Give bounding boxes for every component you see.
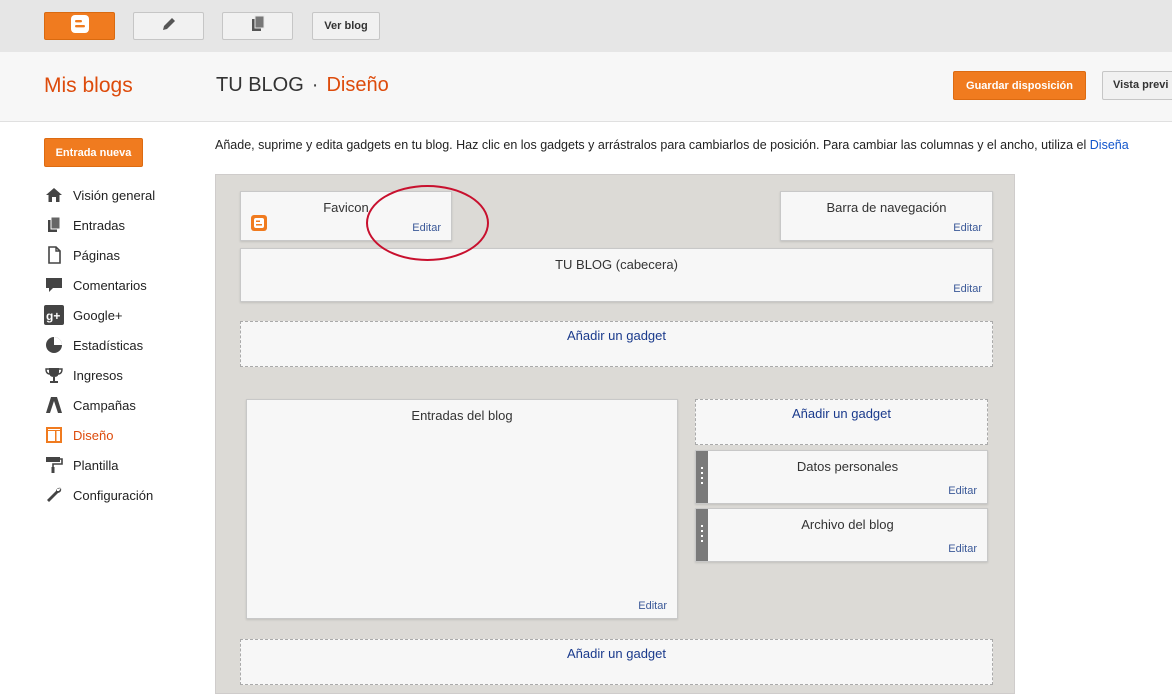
sidebar-item-template[interactable]: Plantilla [44, 450, 155, 480]
pages-toolbar-button[interactable] [222, 12, 293, 40]
layout-icon [44, 425, 64, 445]
gadget-navbar[interactable]: Barra de navegación Editar [780, 191, 993, 241]
gadget-favicon[interactable]: Favicon Editar [240, 191, 452, 241]
sidebar-item-label: Entradas [73, 217, 126, 233]
edit-link[interactable]: Editar [412, 222, 441, 234]
edit-link[interactable]: Editar [638, 600, 667, 612]
gadget-archive[interactable]: Archivo del blog Editar [695, 508, 988, 562]
sidebar-item-label: Visión general [73, 187, 156, 203]
new-post-toolbar-button[interactable] [133, 12, 204, 40]
sidebar-item-pages[interactable]: Páginas [44, 240, 155, 270]
gadget-title: Favicon [323, 200, 369, 215]
gadget-blog-posts[interactable]: Entradas del blog Editar [246, 399, 678, 619]
pages-icon [44, 245, 64, 265]
blogger-icon [70, 14, 90, 39]
gadget-title: Barra de navegación [826, 200, 947, 215]
page-title: Diseño [326, 74, 389, 96]
sidebar-item-settings[interactable]: Configuración [44, 480, 155, 510]
save-layout-button[interactable]: Guardar disposición [953, 71, 1086, 100]
gadget-title: Datos personales [796, 459, 899, 474]
drag-handle[interactable] [696, 451, 708, 503]
sidebar-item-comments[interactable]: Comentarios [44, 270, 155, 300]
comments-icon [44, 275, 64, 295]
top-toolbar: Ver blog [0, 0, 1172, 53]
sidebar-item-layout[interactable]: Diseño [44, 420, 155, 450]
description-text: Añade, suprime y edita gadgets en tu blo… [215, 138, 1090, 152]
wrench-icon [44, 485, 64, 505]
layout-editor: Favicon Editar Barra de navegación Edita… [215, 174, 1015, 694]
blogger-home-button[interactable] [44, 12, 115, 40]
layout-description: Añade, suprime y edita gadgets en tu blo… [215, 138, 1129, 152]
sidebar-item-label: Configuración [73, 487, 154, 503]
my-blogs-link[interactable]: Mis blogs [44, 74, 133, 98]
googleplus-icon: g+ [44, 305, 64, 325]
sidebar-item-label: Ingresos [73, 367, 123, 383]
paint-roller-icon [44, 455, 64, 475]
sidebar-item-label: Páginas [73, 247, 120, 263]
add-gadget-sidebar[interactable]: Añadir un gadget [695, 399, 988, 445]
view-blog-button[interactable]: Ver blog [312, 12, 380, 40]
edit-link[interactable]: Editar [953, 222, 982, 234]
sidebar-nav: Visión general Entradas Páginas Comentar… [44, 180, 155, 510]
stats-icon [44, 335, 64, 355]
pencil-icon [160, 15, 178, 38]
add-gadget-header[interactable]: Añadir un gadget [240, 321, 993, 367]
template-designer-link[interactable]: Diseña [1090, 138, 1129, 152]
page-header: Mis blogs TU BLOG · Diseño Guardar disposi… [0, 52, 1172, 122]
sidebar-item-googleplus[interactable]: g+ Google+ [44, 300, 155, 330]
gadget-title: Archivo del blog [801, 517, 894, 532]
sidebar-item-label: Google+ [73, 307, 123, 323]
sidebar-item-label: Campañas [73, 397, 136, 413]
blogger-favicon-icon [251, 215, 267, 231]
gadget-title: Entradas del blog [411, 408, 513, 423]
edit-link[interactable]: Editar [948, 543, 977, 555]
adwords-icon [44, 395, 64, 415]
breadcrumb-separator: · [311, 74, 319, 96]
new-post-button[interactable]: Entrada nueva [44, 138, 143, 167]
svg-text:g+: g+ [46, 309, 60, 323]
sidebar-item-label: Plantilla [73, 457, 119, 473]
gadget-profile[interactable]: Datos personales Editar [695, 450, 988, 504]
trophy-icon [44, 365, 64, 385]
add-gadget-footer[interactable]: Añadir un gadget [240, 639, 993, 685]
sidebar-item-label: Estadísticas [73, 337, 144, 353]
gadget-title: TU BLOG (cabecera) [555, 257, 678, 272]
blog-name: TU BLOG [216, 74, 304, 96]
edit-link[interactable]: Editar [948, 485, 977, 497]
sidebar-item-overview[interactable]: Visión general [44, 180, 155, 210]
pages-icon [249, 15, 267, 38]
home-icon [44, 185, 64, 205]
preview-button[interactable]: Vista previ [1102, 71, 1172, 100]
drag-handle[interactable] [696, 509, 708, 561]
edit-link[interactable]: Editar [953, 283, 982, 295]
sidebar-item-label: Diseño [73, 427, 114, 443]
sidebar-item-label: Comentarios [73, 277, 147, 293]
sidebar-item-posts[interactable]: Entradas [44, 210, 155, 240]
gadget-header[interactable]: TU BLOG (cabecera) Editar [240, 248, 993, 302]
sidebar-item-stats[interactable]: Estadísticas [44, 330, 155, 360]
posts-icon [44, 215, 64, 235]
sidebar-item-earnings[interactable]: Ingresos [44, 360, 155, 390]
sidebar-item-campaigns[interactable]: Campañas [44, 390, 155, 420]
breadcrumb: TU BLOG · Diseño [216, 74, 389, 97]
